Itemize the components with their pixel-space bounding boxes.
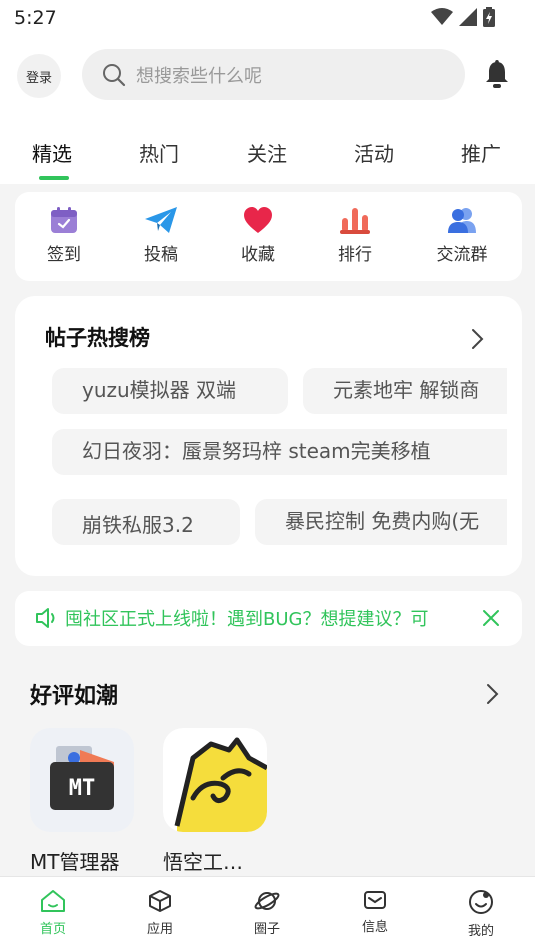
hot-search-chip[interactable]: 元素地牢 解锁商 (303, 368, 507, 414)
bar-chart-icon (340, 208, 370, 234)
quick-action-ranking[interactable]: 排行 (315, 206, 395, 265)
bottom-nav: 首页 应用 圈子 信息 我的 (0, 876, 535, 951)
status-time: 5:27 (14, 7, 57, 29)
nav-label: 信息 (361, 920, 388, 935)
quick-actions-card: 签到 投稿 收藏 排行 交流群 (15, 192, 522, 281)
login-button[interactable]: 登录 (17, 54, 61, 98)
signal-icon (459, 8, 477, 26)
nav-circles[interactable]: 圈子 (237, 889, 297, 937)
nav-messages[interactable]: 信息 (345, 889, 405, 935)
quick-action-label: 排行 (338, 245, 372, 265)
tab-bar: 精选 热门 关注 活动 推广 (0, 136, 535, 184)
home-icon (41, 890, 65, 912)
search-input[interactable]: 想搜索些什么呢 (82, 49, 465, 100)
svg-text:MT: MT (69, 776, 96, 801)
quick-action-submit[interactable]: 投稿 (121, 206, 201, 265)
nav-apps[interactable]: 应用 (130, 889, 190, 937)
quick-action-checkin[interactable]: 签到 (24, 206, 104, 265)
tab-promotion[interactable]: 推广 (461, 138, 501, 167)
nav-label: 应用 (146, 922, 173, 937)
notice-bar[interactable]: 囤社区正式上线啦！遇到BUG？想提建议？可 (15, 591, 522, 646)
app-name: MT管理器 (30, 850, 120, 874)
nav-label: 圈子 (253, 922, 280, 937)
quick-action-label: 交流群 (436, 245, 488, 265)
wifi-icon (431, 8, 453, 25)
heart-icon (244, 207, 272, 233)
section-title: 好评如潮 (30, 684, 119, 709)
bell-icon[interactable] (484, 60, 510, 88)
calendar-icon (51, 207, 77, 233)
nav-label: 首页 (39, 922, 66, 937)
status-bar: 5:27 (0, 0, 535, 36)
wukong-app-icon (163, 728, 269, 832)
nav-profile[interactable]: 我的 (451, 889, 511, 939)
hot-search-chip[interactable]: yuzu模拟器 双端 (52, 368, 288, 414)
cube-icon (149, 890, 171, 912)
mt-manager-app-icon: MT (30, 728, 134, 832)
app-name: 悟空工… (163, 850, 243, 874)
users-icon (448, 208, 476, 233)
hot-search-chip[interactable]: 崩铁私服3.2 (52, 499, 240, 545)
tab-following[interactable]: 关注 (247, 138, 287, 167)
planet-icon (254, 892, 280, 910)
search-icon (103, 63, 126, 86)
hot-search-chip[interactable]: 暴民控制 免费内购(无 (255, 499, 507, 545)
quick-action-group[interactable]: 交流群 (422, 206, 502, 265)
tab-active-indicator (39, 176, 69, 180)
close-icon[interactable] (482, 609, 500, 627)
top-bar: 登录 想搜索些什么呢 精选 热门 关注 活动 推广 (0, 36, 535, 184)
quick-action-favorites[interactable]: 收藏 (218, 206, 298, 265)
hot-search-chip[interactable]: 幻日夜羽：蜃景努玛梓 steam完美移植 (52, 429, 507, 475)
notice-text: 囤社区正式上线啦！遇到BUG？想提建议？可 (65, 609, 429, 630)
app-card-wukong[interactable]: 悟空工… (163, 728, 269, 875)
tab-events[interactable]: 活动 (354, 138, 394, 167)
app-card-mt-manager[interactable]: MT MT管理器 (30, 728, 134, 875)
smile-icon (469, 890, 493, 914)
hot-search-title: 帖子热搜榜 (45, 326, 150, 350)
quick-action-label: 签到 (47, 245, 81, 265)
nav-label: 我的 (467, 924, 494, 939)
status-icons (431, 7, 495, 27)
tab-featured[interactable]: 精选 (32, 138, 72, 167)
quick-action-label: 收藏 (241, 245, 275, 265)
mail-icon (364, 891, 386, 909)
speaker-icon (36, 608, 55, 628)
chevron-right-icon[interactable] (471, 328, 485, 350)
search-placeholder: 想搜索些什么呢 (136, 65, 262, 87)
chevron-right-icon[interactable] (486, 683, 500, 705)
paper-plane-icon (145, 207, 177, 233)
hot-search-chips: yuzu模拟器 双端 元素地牢 解锁商 幻日夜羽：蜃景努玛梓 steam完美移植… (52, 356, 507, 566)
quick-action-label: 投稿 (144, 245, 178, 265)
hot-search-card: 帖子热搜榜 yuzu模拟器 双端 元素地牢 解锁商 幻日夜羽：蜃景努玛梓 ste… (15, 296, 522, 576)
battery-icon (483, 7, 495, 27)
nav-home[interactable]: 首页 (23, 889, 83, 937)
tab-hot[interactable]: 热门 (139, 138, 179, 167)
